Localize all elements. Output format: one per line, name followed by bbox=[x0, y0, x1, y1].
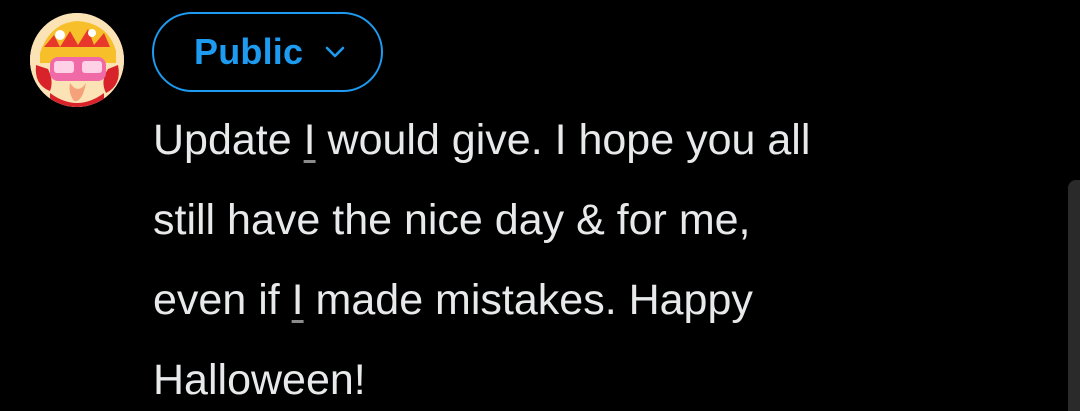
chevron-down-icon bbox=[325, 45, 345, 64]
avatar[interactable] bbox=[30, 13, 124, 107]
spellcheck-flagged-word[interactable]: I bbox=[304, 116, 316, 164]
text-segment: made mistakes. Happy bbox=[303, 276, 753, 324]
text-line-4: Halloween! bbox=[153, 356, 366, 404]
audience-label: Public bbox=[194, 31, 304, 72]
text-line-3: even if I made mistakes. Happy bbox=[153, 260, 1053, 340]
text-segment: even if bbox=[153, 276, 292, 324]
text-line-2: still have the nice day & for me, bbox=[153, 196, 751, 244]
scrollbar-handle[interactable] bbox=[1068, 180, 1080, 411]
audience-selector-button[interactable]: Public bbox=[152, 12, 383, 92]
user-avatar-icon bbox=[30, 13, 124, 107]
text-segment: Update bbox=[153, 116, 304, 164]
text-segment: would give. I hope you all bbox=[315, 116, 811, 164]
text-line-1: Update I would give. I hope you all bbox=[153, 100, 1053, 180]
tweet-compose-textarea[interactable]: Update I would give. I hope you all stil… bbox=[153, 100, 1053, 411]
spellcheck-flagged-word[interactable]: I bbox=[292, 276, 304, 324]
